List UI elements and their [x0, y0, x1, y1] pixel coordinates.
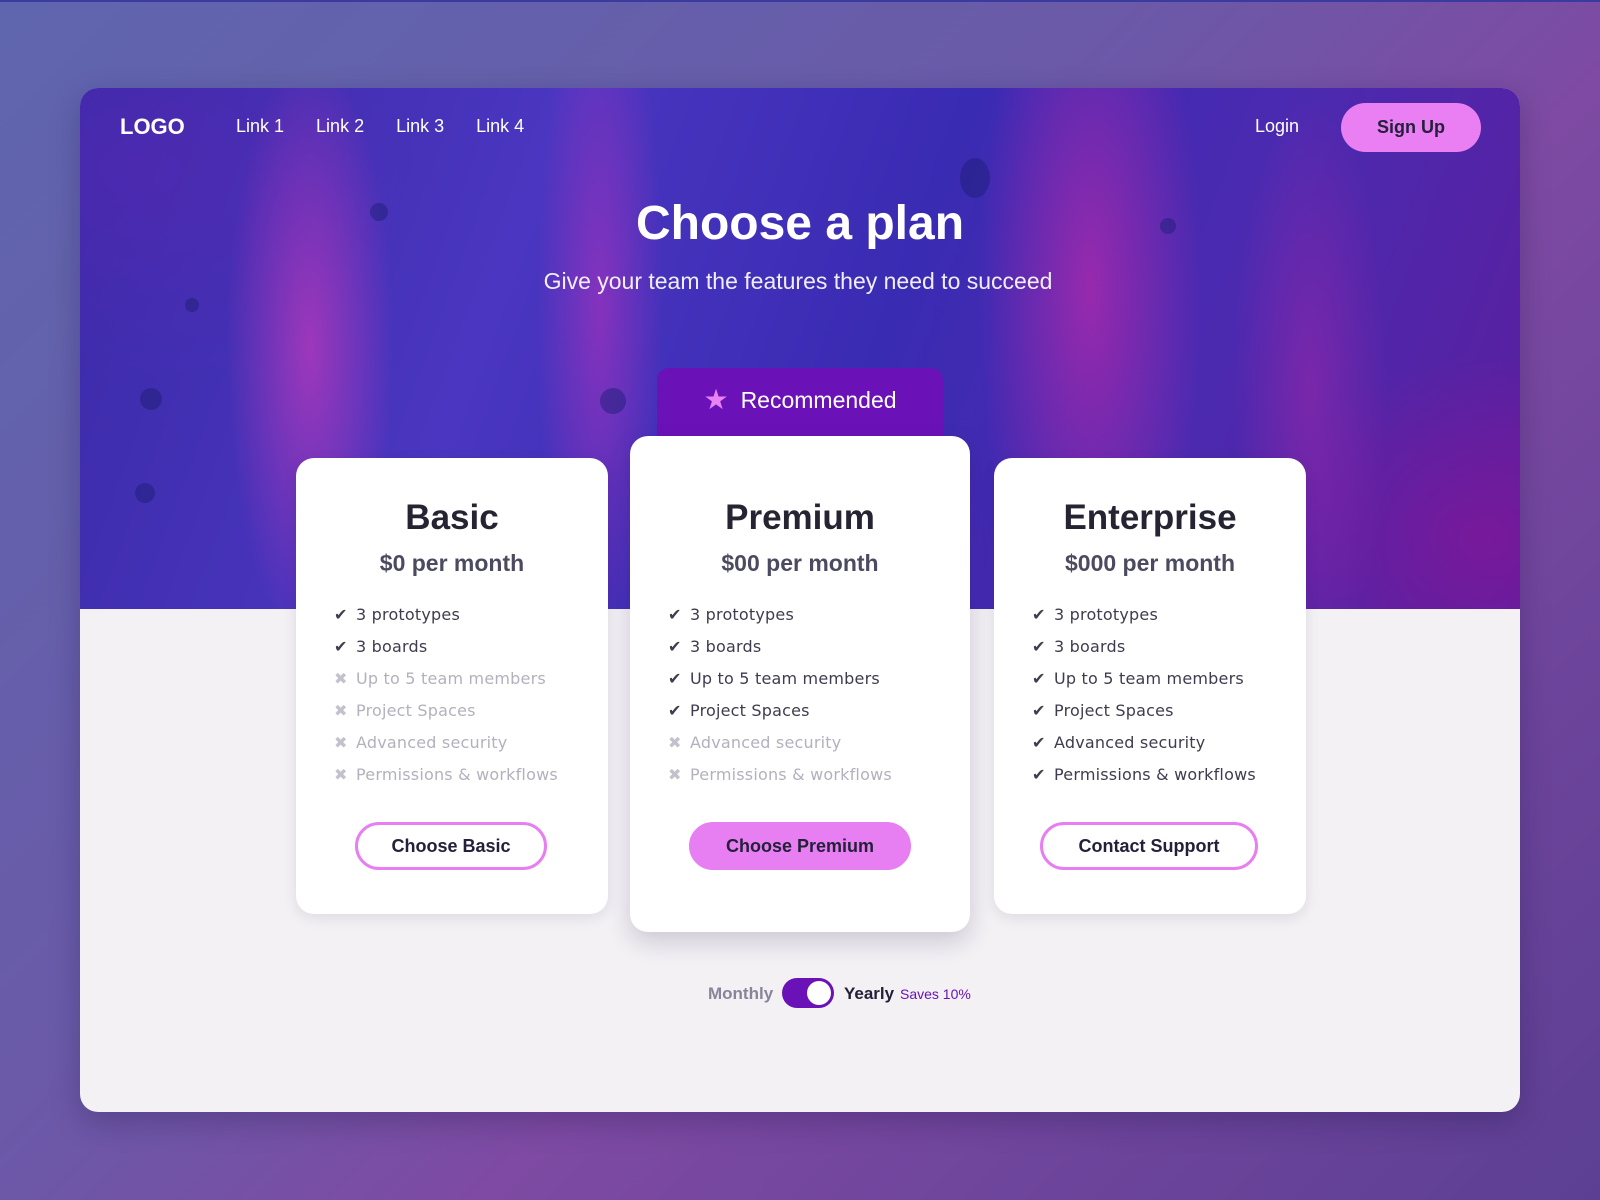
savings-badge: Saves 10%	[900, 986, 971, 1002]
feature-item: ✔ 3 boards	[668, 630, 892, 662]
choose-premium-button[interactable]: Choose Premium	[689, 822, 911, 870]
plan-card-enterprise: Enterprise $000 per month ✔ 3 prototypes …	[994, 458, 1306, 914]
feature-label: Up to 5 team members	[356, 668, 546, 688]
check-icon: ✔	[668, 700, 682, 720]
check-icon: ✔	[668, 604, 682, 624]
cross-icon: ✖	[334, 764, 348, 784]
feature-label: Project Spaces	[1054, 700, 1174, 720]
recommended-label: Recommended	[740, 386, 897, 413]
bubble-decoration	[185, 298, 199, 312]
star-icon: ★	[703, 384, 729, 415]
feature-item: ✔ 3 prototypes	[334, 598, 558, 630]
plan-price: $00 per month	[721, 550, 879, 576]
plan-price: $000 per month	[1065, 550, 1235, 576]
plan-card-basic: Basic $0 per month ✔ 3 prototypes ✔ 3 boar…	[296, 458, 608, 914]
feature-label: 3 prototypes	[1054, 604, 1158, 624]
top-navigation: LOGO Link 1 Link 2 Link 3 Link 4 Login S…	[80, 88, 1520, 168]
check-icon: ✔	[668, 636, 682, 656]
cross-icon: ✖	[334, 700, 348, 720]
top-border	[0, 0, 1600, 2]
feature-label: Up to 5 team members	[690, 668, 880, 688]
plan-card-premium: Premium $00 per month ✔ 3 prototypes ✔ 3 b…	[630, 436, 970, 932]
feature-label: Advanced security	[690, 732, 842, 752]
feature-label: 3 boards	[1054, 636, 1126, 656]
billing-toggle-row: Monthly Yearly Saves 10%	[80, 978, 1520, 1008]
feature-item: ✖ Advanced security	[334, 726, 558, 758]
feature-item: ✔ 3 boards	[1032, 630, 1256, 662]
feature-label: Permissions & workflows	[356, 764, 558, 784]
feature-item: ✔ Up to 5 team members	[668, 662, 892, 694]
feature-item: ✖ Project Spaces	[334, 694, 558, 726]
recommended-badge: ★ Recommended	[657, 368, 943, 442]
feature-item: ✖ Up to 5 team members	[334, 662, 558, 694]
check-icon: ✔	[1032, 604, 1046, 624]
feature-label: 3 boards	[690, 636, 762, 656]
feature-label: Advanced security	[1054, 732, 1206, 752]
page-frame: LOGO Link 1 Link 2 Link 3 Link 4 Login S…	[80, 88, 1520, 1112]
page-title: Choose a plan	[635, 197, 965, 250]
billing-toggle[interactable]	[782, 978, 834, 1008]
feature-item: ✖ Permissions & workflows	[668, 758, 892, 790]
toggle-knob	[807, 981, 831, 1005]
cross-icon: ✖	[668, 732, 682, 752]
feature-label: Advanced security	[356, 732, 508, 752]
feature-label: Project Spaces	[356, 700, 476, 720]
monthly-label[interactable]: Monthly	[708, 984, 773, 1004]
check-icon: ✔	[1032, 732, 1046, 752]
feature-item: ✖ Permissions & workflows	[334, 758, 558, 790]
feature-label: 3 prototypes	[356, 604, 460, 624]
feature-label: 3 prototypes	[690, 604, 794, 624]
plan-name: Enterprise	[1063, 498, 1237, 537]
feature-list: ✔ 3 prototypes ✔ 3 boards ✖ Up to 5 team me…	[334, 598, 558, 790]
feature-item: ✔ Up to 5 team members	[1032, 662, 1256, 694]
cross-icon: ✖	[334, 732, 348, 752]
plan-name: Basic	[405, 498, 499, 537]
feature-item: ✔ Project Spaces	[1032, 694, 1256, 726]
feature-list: ✔ 3 prototypes ✔ 3 boards ✔ Up to 5 team me…	[1032, 598, 1256, 790]
feature-label: Permissions & workflows	[1054, 764, 1256, 784]
check-icon: ✔	[334, 604, 348, 624]
login-link[interactable]: Login	[1255, 116, 1299, 137]
check-icon: ✔	[1032, 700, 1046, 720]
feature-item: ✔ 3 prototypes	[1032, 598, 1256, 630]
page-subtitle: Give your team the features they need to…	[543, 268, 1053, 294]
choose-basic-button[interactable]: Choose Basic	[355, 822, 547, 870]
feature-item: ✔ Permissions & workflows	[1032, 758, 1256, 790]
check-icon: ✔	[334, 636, 348, 656]
sign-up-button[interactable]: Sign Up	[1341, 103, 1481, 152]
plan-price: $0 per month	[379, 550, 525, 576]
feature-item: ✔ Project Spaces	[668, 694, 892, 726]
feature-label: Project Spaces	[690, 700, 810, 720]
check-icon: ✔	[1032, 636, 1046, 656]
nav-links: Link 1 Link 2 Link 3 Link 4	[236, 116, 524, 137]
feature-list: ✔ 3 prototypes ✔ 3 boards ✔ Up to 5 team me…	[668, 598, 892, 790]
yearly-label[interactable]: Yearly	[844, 984, 894, 1004]
cross-icon: ✖	[334, 668, 348, 688]
feature-item: ✖ Advanced security	[668, 726, 892, 758]
feature-label: Up to 5 team members	[1054, 668, 1244, 688]
nav-link-2[interactable]: Link 2	[316, 116, 364, 137]
plan-name: Premium	[725, 498, 875, 537]
contact-support-button[interactable]: Contact Support	[1040, 822, 1258, 870]
feature-label: 3 boards	[356, 636, 428, 656]
bubble-decoration	[600, 388, 626, 414]
bubble-decoration	[140, 388, 162, 410]
feature-item: ✔ 3 prototypes	[668, 598, 892, 630]
nav-link-3[interactable]: Link 3	[396, 116, 444, 137]
feature-item: ✔ 3 boards	[334, 630, 558, 662]
nav-link-1[interactable]: Link 1	[236, 116, 284, 137]
logo[interactable]: LOGO	[120, 114, 185, 140]
feature-label: Permissions & workflows	[690, 764, 892, 784]
check-icon: ✔	[668, 668, 682, 688]
check-icon: ✔	[1032, 668, 1046, 688]
feature-item: ✔ Advanced security	[1032, 726, 1256, 758]
nav-link-4[interactable]: Link 4	[476, 116, 524, 137]
cross-icon: ✖	[668, 764, 682, 784]
check-icon: ✔	[1032, 764, 1046, 784]
bubble-decoration	[135, 483, 155, 503]
